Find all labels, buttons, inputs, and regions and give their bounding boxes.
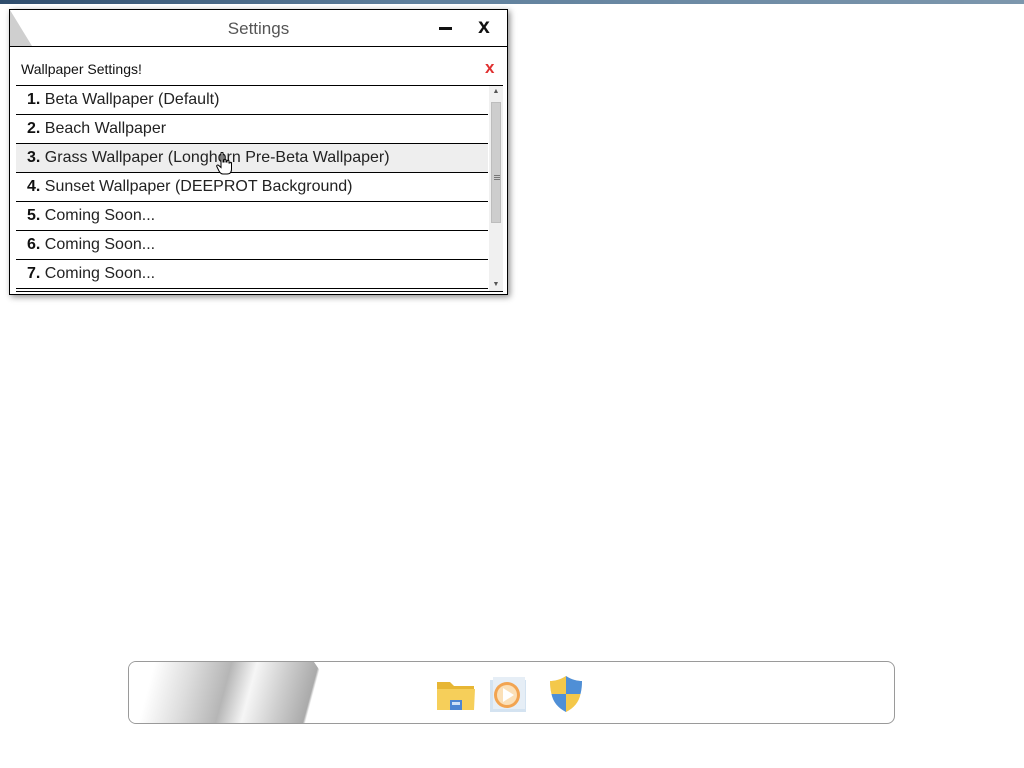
item-number: 4.: [27, 178, 41, 195]
wallpaper-panel-close-button[interactable]: x: [485, 58, 494, 78]
wallpaper-item-hovered[interactable]: 3. Grass Wallpaper (Longhorn Pre-Beta Wa…: [16, 144, 488, 173]
item-label: Beta Wallpaper (Default): [44, 91, 220, 108]
dock-gloss: [129, 662, 357, 723]
taskbar-dock: [128, 661, 895, 724]
wallpaper-item[interactable]: 4. Sunset Wallpaper (DEEPROT Background): [16, 173, 488, 202]
wallpaper-item[interactable]: 1. Beta Wallpaper (Default): [16, 86, 488, 115]
window-close-button[interactable]: x: [474, 15, 494, 39]
minimize-button[interactable]: [437, 19, 453, 37]
wallpaper-list-scrollbar[interactable]: ▲ ▼: [489, 86, 503, 291]
settings-window: Settings x Wallpaper Settings! x 1. Beta…: [9, 9, 508, 295]
item-number: 5.: [27, 207, 41, 224]
wallpaper-list: 1. Beta Wallpaper (Default) 2. Beach Wal…: [16, 85, 503, 292]
media-player-icon[interactable]: [487, 672, 531, 716]
scrollbar-grip-icon: [494, 175, 500, 181]
item-label: Coming Soon...: [44, 236, 156, 253]
item-label: Sunset Wallpaper (DEEPROT Background): [44, 178, 353, 195]
item-number: 7.: [27, 265, 41, 282]
file-explorer-icon[interactable]: [434, 672, 478, 716]
wallpaper-panel-header: Wallpaper Settings! x: [10, 47, 507, 85]
window-titlebar[interactable]: Settings x: [10, 10, 507, 47]
wallpaper-item[interactable]: 6. Coming Soon...: [16, 231, 488, 260]
item-label: Grass Wallpaper (Longhorn Pre-Beta Wallp…: [44, 149, 390, 166]
item-number: 1.: [27, 91, 41, 108]
item-number: 3.: [27, 149, 41, 166]
scroll-down-arrow-icon[interactable]: ▼: [489, 279, 503, 291]
wallpaper-list-items: 1. Beta Wallpaper (Default) 2. Beach Wal…: [16, 86, 488, 289]
item-label: Beach Wallpaper: [44, 120, 167, 137]
item-label: Coming Soon...: [44, 207, 156, 224]
item-label: Coming Soon...: [44, 265, 156, 282]
item-number: 6.: [27, 236, 41, 253]
wallpaper-item[interactable]: 2. Beach Wallpaper: [16, 115, 488, 144]
wallpaper-item[interactable]: 5. Coming Soon...: [16, 202, 488, 231]
window-title: Settings: [227, 19, 290, 38]
wallpaper-item[interactable]: 7. Coming Soon...: [16, 260, 488, 289]
item-number: 2.: [27, 120, 41, 137]
scroll-up-arrow-icon[interactable]: ▲: [489, 86, 503, 98]
wallpaper-settings-heading: Wallpaper Settings!: [21, 61, 142, 77]
minimize-icon: [439, 27, 452, 30]
security-shield-icon[interactable]: [544, 672, 588, 716]
top-screen-bar: [0, 0, 1024, 4]
scrollbar-thumb[interactable]: [491, 102, 501, 223]
